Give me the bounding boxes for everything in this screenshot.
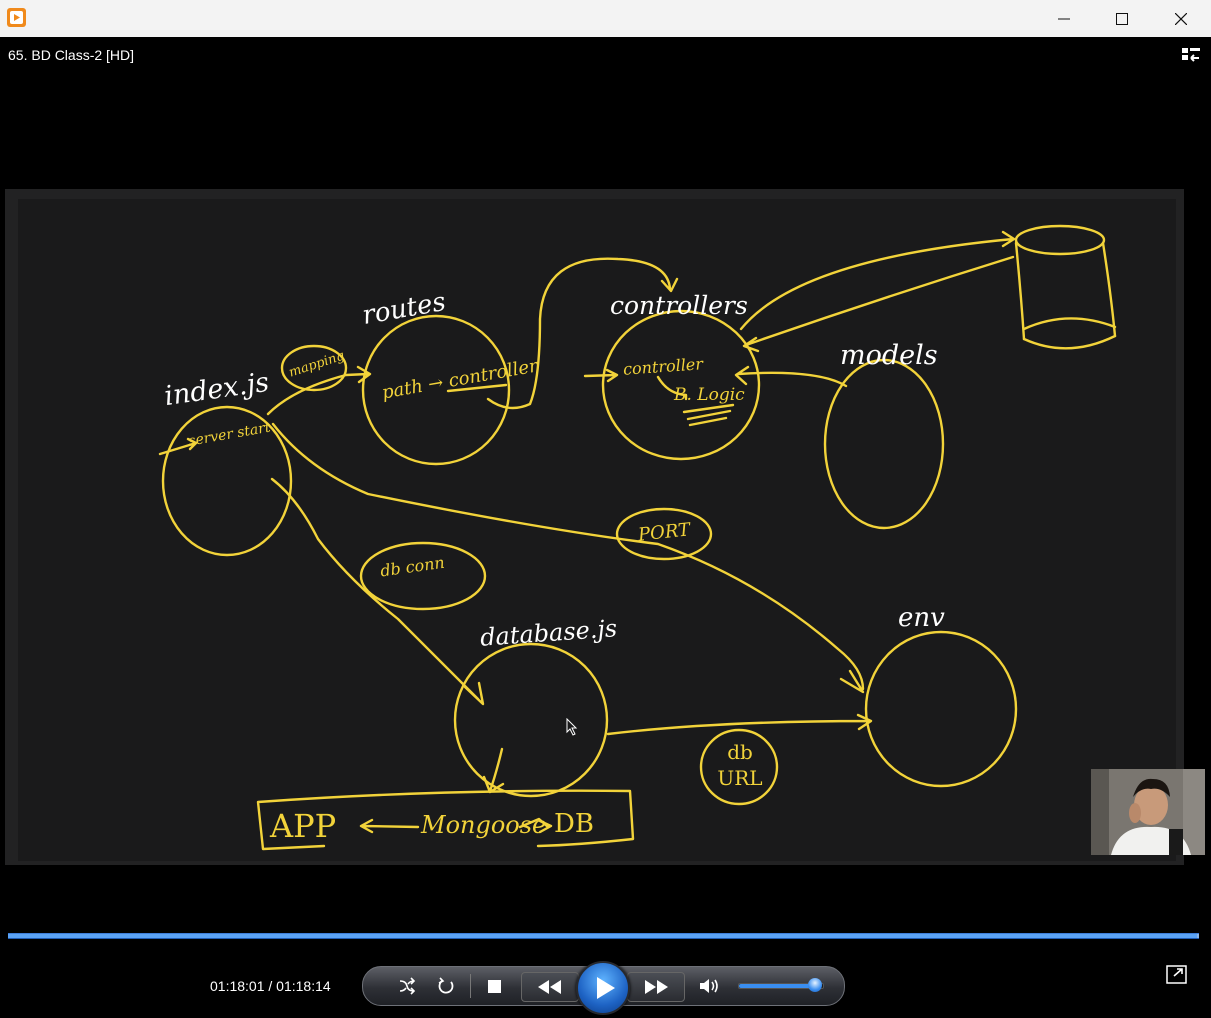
label-server-start: server start xyxy=(187,419,272,450)
label-port: PORT xyxy=(637,519,692,546)
label-controllers: controllers xyxy=(610,291,748,320)
control-divider xyxy=(470,974,471,998)
label-path-controller: path → controller xyxy=(380,355,540,404)
label-db-url: db URL xyxy=(717,740,763,790)
label-controller: controller xyxy=(622,354,704,379)
media-player-app-icon xyxy=(7,8,26,27)
label-db: DB xyxy=(554,809,594,839)
repeat-icon xyxy=(438,977,454,994)
speaker-icon xyxy=(700,979,718,993)
repeat-button[interactable] xyxy=(436,976,456,996)
seek-progress xyxy=(8,934,1197,938)
stop-icon xyxy=(487,979,501,993)
shuffle-button[interactable] xyxy=(397,976,417,996)
fast-forward-icon xyxy=(645,980,668,994)
presenter-webcam xyxy=(1091,769,1205,855)
volume-slider-handle[interactable] xyxy=(808,978,822,992)
stop-button[interactable] xyxy=(486,978,502,994)
video-title: 65. BD Class-2 [HD] xyxy=(8,47,135,63)
close-button[interactable] xyxy=(1152,0,1210,37)
play-icon xyxy=(597,977,615,999)
label-models: models xyxy=(840,340,938,371)
label-index-js: index.js xyxy=(162,366,271,413)
volume-level xyxy=(739,984,815,988)
label-database-js: database.js xyxy=(479,614,619,652)
play-button[interactable] xyxy=(576,961,630,1015)
time-display: 01:18:01 / 01:18:14 xyxy=(210,978,331,994)
mute-button[interactable] xyxy=(699,976,721,996)
label-mapping: mapping xyxy=(287,348,347,381)
label-env: env xyxy=(898,603,945,633)
label-app: APP xyxy=(270,807,337,845)
label-mongoose: Mongoose xyxy=(421,811,547,839)
playlist-toggle-icon[interactable] xyxy=(1181,46,1201,64)
maximize-icon xyxy=(1116,12,1128,25)
rewind-icon xyxy=(538,980,561,994)
video-frame[interactable]: index.js server start routes mapping pat… xyxy=(5,189,1205,865)
seek-bar[interactable] xyxy=(8,933,1199,939)
rewind-button[interactable] xyxy=(521,972,579,1002)
title-bar xyxy=(0,0,1211,37)
whiteboard: index.js server start routes mapping pat… xyxy=(18,199,1205,861)
label-db-conn: db conn xyxy=(378,552,446,581)
minimize-button[interactable] xyxy=(1035,0,1093,37)
mouse-cursor-icon xyxy=(566,718,578,736)
minimize-icon xyxy=(1058,18,1070,19)
maximize-button[interactable] xyxy=(1093,0,1151,37)
label-routes: routes xyxy=(360,286,448,332)
fullscreen-icon[interactable] xyxy=(1166,965,1187,984)
shuffle-icon xyxy=(399,977,416,995)
fast-forward-button[interactable] xyxy=(627,972,685,1002)
close-icon xyxy=(1175,12,1187,25)
label-b-logic: B. Logic xyxy=(674,385,745,405)
